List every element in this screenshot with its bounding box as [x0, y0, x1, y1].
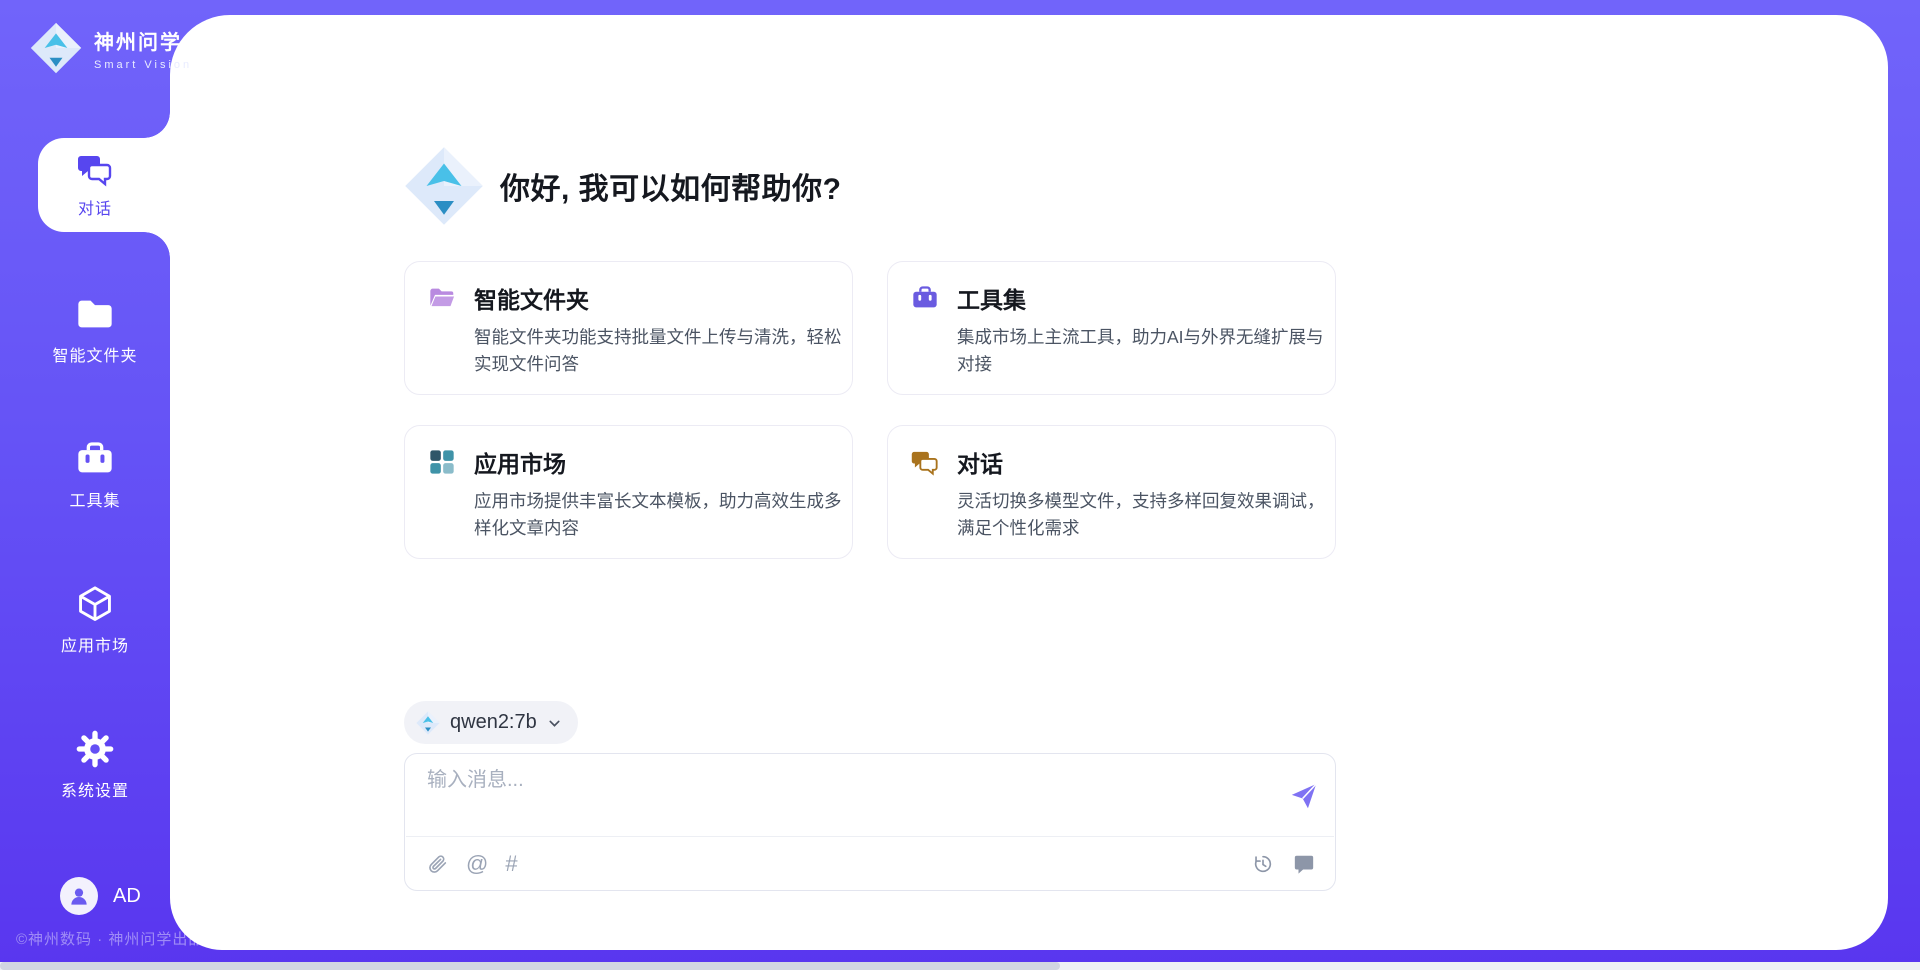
- scrollbar-thumb[interactable]: [0, 962, 1060, 970]
- card-description: 智能文件夹功能支持批量文件上传与清洗，轻松实现文件问答: [474, 324, 846, 378]
- hash-button[interactable]: #: [505, 853, 517, 875]
- mention-button[interactable]: @: [466, 853, 488, 875]
- toolbox-icon: [75, 439, 115, 479]
- sidebar-item-toolset[interactable]: 工具集: [20, 428, 170, 522]
- greeting-text: 你好, 我可以如何帮助你?: [500, 164, 842, 208]
- attachment-button[interactable]: [427, 853, 449, 875]
- card-description: 集成市场上主流工具，助力AI与外界无缝扩展与对接: [957, 324, 1329, 378]
- cube-icon: [75, 584, 115, 624]
- message-input[interactable]: [427, 767, 1289, 825]
- app-logo: 神州问学 Smart Vision: [30, 22, 192, 74]
- model-name: qwen2:7b: [450, 711, 537, 734]
- sidebar-item-smart-folders[interactable]: 智能文件夹: [20, 283, 170, 377]
- gear-icon: [75, 729, 115, 769]
- card-title: 对话: [957, 445, 1003, 479]
- gem-diamond-icon: [416, 711, 440, 735]
- chat-bubbles-icon: [77, 151, 113, 187]
- gem-diamond-icon: [30, 22, 82, 74]
- feature-cards: 智能文件夹 智能文件夹功能支持批量文件上传与清洗，轻松实现文件问答 工具集 集成…: [404, 261, 1336, 559]
- hash-icon: #: [505, 853, 517, 875]
- card-toolset[interactable]: 工具集 集成市场上主流工具，助力AI与外界无缝扩展与对接: [887, 261, 1336, 395]
- send-plane-icon: [1289, 781, 1319, 811]
- person-icon: [67, 884, 91, 908]
- message-composer: @ #: [404, 753, 1336, 891]
- sidebar: 神州问学 Smart Vision 对话 智能文件夹: [0, 0, 170, 970]
- greeting-block: 你好, 我可以如何帮助你?: [404, 146, 842, 226]
- user-badge[interactable]: AD: [60, 877, 141, 915]
- card-chat[interactable]: 对话 灵活切换多模型文件，支持多样回复效果调试，满足个性化需求: [887, 425, 1336, 559]
- sidebar-nav: 对话 智能文件夹 工具集: [20, 138, 170, 863]
- card-description: 应用市场提供丰富长文本模板，助力高效生成多样化文章内容: [474, 488, 846, 542]
- history-icon: [1252, 853, 1274, 875]
- sidebar-footer: ©神州数码 · 神州问学出品: [16, 928, 204, 949]
- brand-name: 神州问学: [94, 26, 192, 55]
- user-name: AD: [113, 885, 141, 908]
- sidebar-item-label: 对话: [78, 195, 112, 219]
- chat-bubbles-icon: [911, 448, 939, 476]
- chevron-down-icon: [547, 716, 562, 731]
- card-title: 应用市场: [474, 445, 566, 479]
- sidebar-item-app-market[interactable]: 应用市场: [20, 573, 170, 667]
- card-title: 智能文件夹: [474, 281, 589, 315]
- card-smart-folders[interactable]: 智能文件夹 智能文件夹功能支持批量文件上传与清洗，轻松实现文件问答: [404, 261, 853, 395]
- briefcase-icon: [911, 284, 939, 312]
- brand-subtitle: Smart Vision: [94, 59, 192, 71]
- composer-toolbar: @ #: [405, 837, 1335, 890]
- card-description: 灵活切换多模型文件，支持多样回复效果调试，满足个性化需求: [957, 488, 1329, 542]
- sidebar-item-label: 工具集: [69, 487, 120, 511]
- sidebar-item-settings[interactable]: 系统设置: [20, 718, 170, 812]
- sidebar-item-label: 应用市场: [61, 632, 129, 656]
- composer-right-tools: [1252, 853, 1315, 875]
- model-selector[interactable]: qwen2:7b: [404, 701, 578, 744]
- pill-fillet-top: [144, 112, 170, 138]
- composer-input-row: [405, 754, 1335, 836]
- gem-diamond-icon: [404, 146, 484, 226]
- chat-square-icon: [1293, 853, 1315, 875]
- attachment-icon: [427, 853, 449, 875]
- pill-fillet-bottom: [144, 232, 170, 258]
- history-button[interactable]: [1252, 853, 1274, 875]
- sidebar-item-label: 系统设置: [61, 777, 129, 801]
- card-title: 工具集: [957, 281, 1026, 315]
- brand-text-block: 神州问学 Smart Vision: [94, 26, 192, 71]
- sidebar-item-chat[interactable]: 对话: [20, 138, 170, 232]
- folder-open-icon: [428, 284, 456, 312]
- card-app-market[interactable]: 应用市场 应用市场提供丰富长文本模板，助力高效生成多样化文章内容: [404, 425, 853, 559]
- mention-icon: @: [466, 853, 488, 875]
- chat-square-button[interactable]: [1293, 853, 1315, 875]
- sidebar-item-label: 智能文件夹: [52, 342, 137, 366]
- avatar: [60, 877, 98, 915]
- horizontal-scrollbar[interactable]: [0, 962, 1920, 970]
- send-button[interactable]: [1289, 781, 1319, 811]
- folder-icon: [75, 294, 115, 334]
- grid-icon: [428, 448, 456, 476]
